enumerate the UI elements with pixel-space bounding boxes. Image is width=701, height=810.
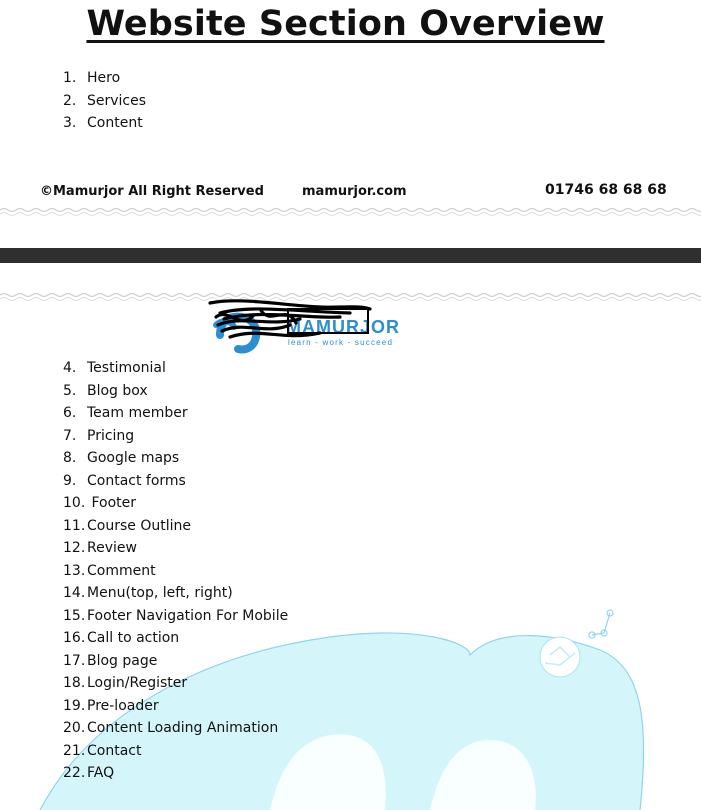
list-item-number: 15. — [63, 607, 86, 624]
list-item: 2. Services — [63, 90, 146, 113]
list-item: 10. Footer — [63, 492, 288, 515]
list-item: 3. Content — [63, 112, 146, 135]
list-item-label: Services — [87, 92, 147, 109]
list-item: 6. Team member — [63, 402, 288, 425]
document-page-1: Website Section Overview 1. Hero 2. Serv… — [0, 0, 701, 248]
list-item-number: 5. — [63, 382, 77, 399]
list-item: 1. Hero — [63, 67, 146, 90]
list-item: 13. Comment — [63, 560, 288, 583]
page-separator — [0, 248, 701, 263]
footer-wave-divider — [0, 207, 701, 216]
list-item-number: 1. — [63, 70, 77, 86]
list-item: 21. Contact — [63, 740, 288, 763]
list-item-label: Pricing — [87, 427, 135, 444]
list-item: 15. Footer Navigation For Mobile — [63, 605, 288, 628]
list-item-number: 10. — [63, 495, 86, 511]
footer-website: mamurjor.com — [302, 184, 407, 199]
list-item-label: Footer Navigation For Mobile — [87, 607, 289, 624]
list-item-label: Blog box — [87, 382, 148, 399]
section-list-1: 1. Hero 2. Services 3. Content — [63, 67, 146, 135]
list-item-number: 9. — [63, 472, 77, 489]
list-item-label: Content Loading Animation — [87, 720, 279, 736]
page-footer: ©Mamurjor All Right Reserved mamurjor.co… — [0, 182, 701, 202]
list-item-number: 17. — [63, 652, 86, 669]
list-item-number: 11. — [63, 517, 86, 534]
list-item-number: 19. — [63, 697, 86, 714]
list-item-label: Call to action — [87, 630, 180, 646]
list-item-number: 7. — [63, 427, 77, 444]
mamurjor-logo: MAMURJOR learn - work - succeed — [208, 299, 399, 354]
list-item: 9. Contact forms — [63, 470, 288, 493]
list-item-number: 12. — [63, 540, 86, 556]
list-item-label: Content — [87, 115, 143, 131]
list-item: 4. Testimonial — [63, 357, 288, 380]
list-item-label: Contact forms — [87, 472, 186, 489]
list-item: 7. Pricing — [63, 425, 288, 448]
list-item: 12. Review — [63, 537, 288, 560]
list-item-label: Menu(top, left, right) — [87, 585, 233, 601]
page-title: Website Section Overview — [86, 4, 605, 44]
list-item: 5. Blog box — [63, 380, 288, 403]
list-item-number: 22. — [63, 765, 86, 781]
list-item: 22. FAQ — [63, 762, 288, 785]
list-item-label: Google maps — [87, 450, 180, 466]
svg-text:learn - work - succeed: learn - work - succeed — [288, 338, 393, 347]
list-item-label: Course Outline — [87, 517, 191, 534]
list-item-number: 18. — [63, 675, 86, 691]
list-item-number: 3. — [63, 115, 77, 131]
list-item-number: 2. — [63, 92, 77, 109]
list-item: 11. Course Outline — [63, 515, 288, 538]
list-item: 16. Call to action — [63, 627, 288, 650]
list-item: 17. Blog page — [63, 650, 288, 673]
list-item-label: Contact — [87, 742, 142, 759]
section-list-2: 4. Testimonial 5. Blog box 6. Team member 7… — [63, 357, 288, 785]
list-item-label: Team member — [87, 405, 188, 421]
list-item-label: Testimonial — [87, 360, 166, 376]
list-item-label: Pre-loader — [87, 697, 159, 714]
list-item-number: 21. — [63, 742, 86, 759]
list-item: 19. Pre-loader — [63, 695, 288, 718]
list-item-label: Login/Register — [87, 675, 188, 691]
list-item-number: 4. — [63, 360, 77, 376]
list-item: 14. Menu(top, left, right) — [63, 582, 288, 605]
list-item-number: 14. — [63, 585, 86, 601]
list-item: 8. Google maps — [63, 447, 288, 470]
list-item: 20. Content Loading Animation — [63, 717, 288, 740]
list-item-label: Comment — [87, 562, 156, 579]
list-item-number: 20. — [63, 720, 86, 736]
list-item-label: Review — [87, 540, 137, 556]
list-item-label: Blog page — [87, 652, 158, 669]
list-item-number: 16. — [63, 630, 86, 646]
list-item-label: FAQ — [87, 765, 115, 781]
list-item: 18. Login/Register — [63, 672, 288, 695]
list-item-number: 13. — [63, 562, 86, 579]
list-item-number: 6. — [63, 405, 77, 421]
list-item-label: Footer — [87, 495, 136, 511]
footer-copyright: ©Mamurjor All Right Reserved — [40, 184, 264, 199]
footer-phone: 01746 68 68 68 — [545, 182, 667, 198]
list-item-number: 8. — [63, 450, 77, 466]
list-item-label: Hero — [87, 70, 121, 86]
